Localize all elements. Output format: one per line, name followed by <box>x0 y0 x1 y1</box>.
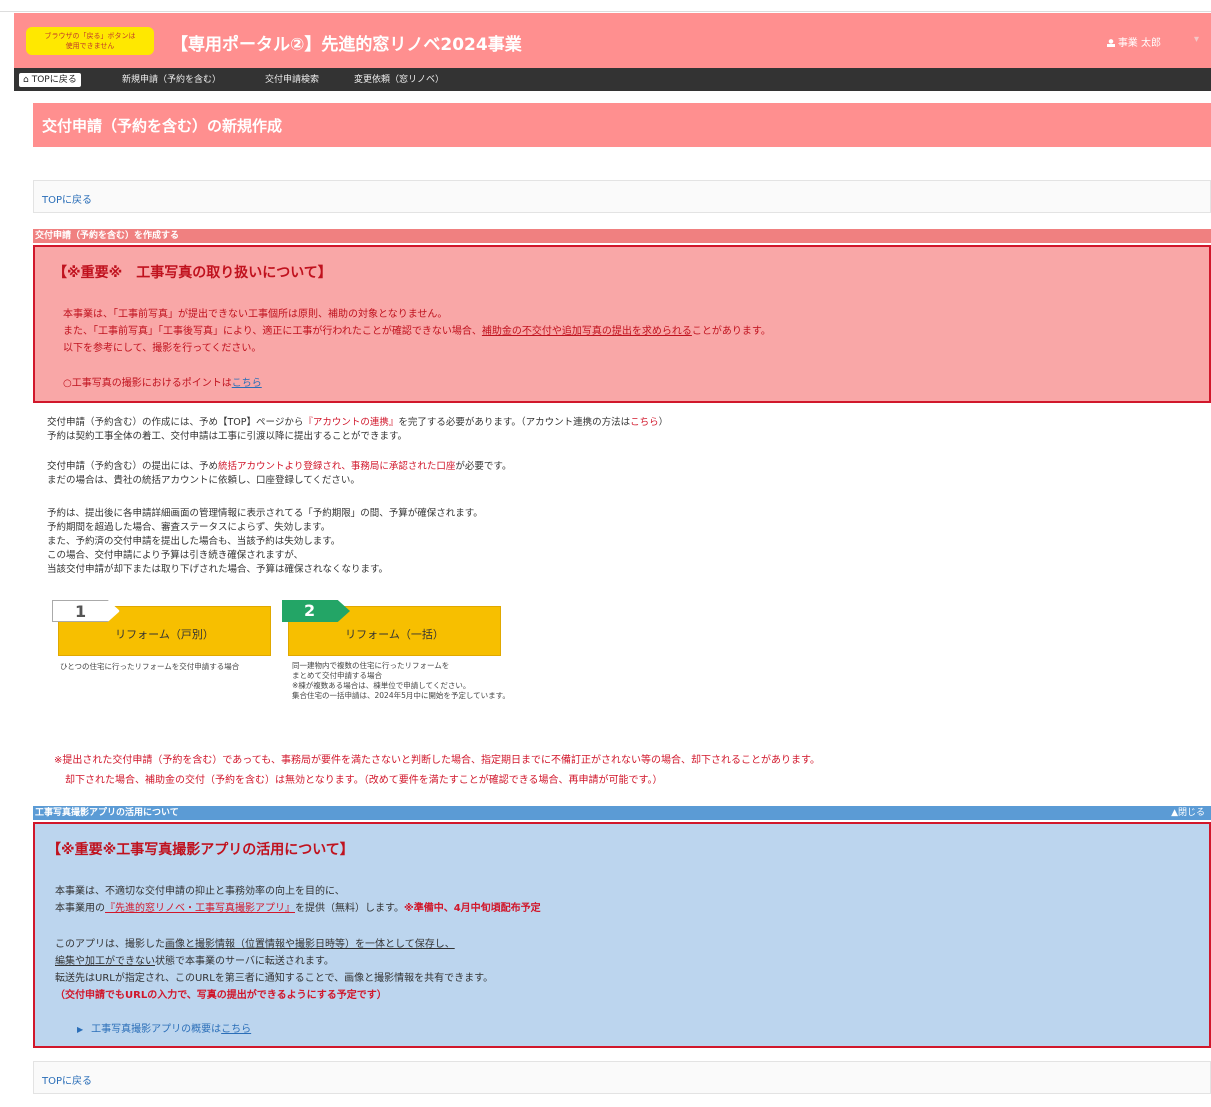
top-link[interactable]: TOPに戻る <box>42 191 92 206</box>
step-2-tag: 2 <box>282 600 350 622</box>
info-p3a: 交付申請（予約含む）の提出には、予め <box>47 461 219 472</box>
photo-notice-line1: 本事業は、「工事前写真」が提出できない工事個所は原則、補助の対象となりません。 <box>63 309 448 320</box>
photo-app-line1: 本事業は、不適切な交付申請の抑止と事務効率の向上を目的に、 <box>55 886 345 897</box>
triangle-right-icon: ▶ <box>77 1025 84 1034</box>
info-p1c: ） <box>658 417 669 428</box>
reform-individual-label: リフォーム（戸別） <box>115 628 214 641</box>
photo-notice-line3: 以下を参考にして、撮影を行ってください。 <box>63 343 262 354</box>
info-line-reserve4: この場合、交付申請により予算は引き続き確保されますが、 <box>47 550 304 561</box>
photo-app-heading: 【※重要※工事写真撮影アプリの活用について】 <box>47 842 354 858</box>
photo-app-line4-b: 状態で本事業のサーバに転送されます。 <box>155 956 334 967</box>
reform-bulk-desc: 同一建物内で複数の住宅に行ったリフォームを まとめて交付申請する場合 ※棟が複数… <box>292 661 510 701</box>
portal-title: 【専用ポータル②】先進的窓リノベ2024事業 <box>171 35 522 55</box>
main-navbar: ⌂ TOPに戻る 新規申請（予約を含む） 交付申請検索 変更依頼（窓リノベ） <box>14 68 1211 91</box>
nav-item-new-application[interactable]: 新規申請（予約を含む） <box>122 73 221 87</box>
nav-top-button[interactable]: ⌂ TOPに戻る <box>19 73 81 87</box>
reform-bulk-desc-line3: ※棟が複数ある場合は、棟単位で申請してください。 <box>292 681 471 690</box>
photo-app-name-link[interactable]: 『先進的窓リノベ・工事写真撮影アプリ』 <box>105 903 295 914</box>
info-p3b: が必要です。 <box>455 461 512 472</box>
user-icon <box>1106 39 1115 47</box>
browser-warning-line1: ブラウザの「戻る」ボタンは <box>44 32 136 40</box>
info-p1a: 交付申請（予約含む）の作成には、予め【TOP】ページから <box>47 417 304 428</box>
photo-app-notice: 【※重要※工事写真撮影アプリの活用について】 本事業は、不適切な交付申請の抑止と… <box>33 822 1211 1048</box>
user-name: 事業 太郎 <box>1117 38 1161 49</box>
nav-item-change-request[interactable]: 変更依頼（窓リノベ） <box>354 73 444 87</box>
info-line-bank: 交付申請（予約含む）の提出には、予め統括アカウントより登録され、事務局に承認され… <box>47 458 511 472</box>
info-line-bank2: まだの場合は、貴社の統括アカウントに依頼し、口座登録してください。 <box>47 475 360 486</box>
info-p3-red: 統括アカウントより登録され、事務局に承認された口座 <box>218 461 456 472</box>
photo-app-overview-text: 工事写真撮影アプリの概要は <box>91 1024 222 1035</box>
user-menu[interactable]: 事業 太郎 <box>1106 34 1161 49</box>
photo-notice-line2: また、「工事前写真」「工事後写真」により、適正に工事が行われたことが確認できない… <box>63 322 771 337</box>
info-line-reserve1: 予約は、提出後に各申請詳細画面の管理情報に表示されてる「予約期限」の間、予算が確… <box>47 508 483 519</box>
info-p1-account-link[interactable]: 『アカウントの連携』 <box>303 417 398 428</box>
reform-bulk-label: リフォーム（一括） <box>345 628 444 641</box>
photo-point-text: ○工事写真の撮影におけるポイントは <box>63 378 232 389</box>
info-p1b: を完了する必要があります。（アカウント連携の方法は <box>398 417 631 428</box>
reform-bulk-desc-line4: 集合住宅の一括申請は、2024年5月中に開始を予定しています。 <box>292 691 510 700</box>
info-line-account: 交付申請（予約含む）の作成には、予め【TOP】ページから『アカウントの連携』を完… <box>47 414 668 428</box>
reform-bulk-desc-line2: まとめて交付申請する場合 <box>292 671 382 680</box>
info-line-reserve3: また、予約済の交付申請を提出した場合も、当該予約は失効します。 <box>47 536 341 547</box>
collapse-button[interactable]: ▲閉じる <box>1171 806 1205 820</box>
info-p1-howto-link[interactable]: こちら <box>630 417 659 428</box>
footer-top-link-box: TOPに戻る <box>33 1061 1211 1094</box>
browser-warning-line2: 使用できません <box>65 42 115 50</box>
photo-app-overview-line: ▶ 工事写真撮影アプリの概要はこちら <box>77 1020 251 1035</box>
rejection-warning-line1: ※提出された交付申請（予約を含む）であっても、事務局が要件を満たさないと判断した… <box>54 755 820 766</box>
nav-top-label: TOPに戻る <box>31 75 77 85</box>
info-line-reserve2: 予約期間を超過した場合、審査ステータスによらず、失効します。 <box>47 522 331 533</box>
reform-bulk-desc-line1: 同一建物内で複数の住宅に行ったリフォームを <box>292 661 450 670</box>
section-create-bar: 交付申請（予約を含む）を作成する <box>33 229 1211 243</box>
window-top-edge <box>0 0 1211 12</box>
photo-handling-notice: 【※重要※ 工事写真の取り扱いについて】 本事業は、「工事前写真」が提出できない… <box>33 245 1211 403</box>
section-app-bar: 工事写真撮影アプリの活用について ▲閉じる <box>33 806 1211 820</box>
nav-item-application-search[interactable]: 交付申請検索 <box>265 73 319 87</box>
photo-app-line3-a: このアプリは、撮影した <box>55 939 165 950</box>
page-title: 交付申請（予約を含む）の新規作成 <box>42 117 283 135</box>
reform-individual-desc: ひとつの住宅に行ったリフォームを交付申請する場合 <box>60 662 239 672</box>
photo-app-line5: 転送先はURLが指定され、このURLを第三者に通知することで、画像と撮影情報を共… <box>55 973 494 984</box>
photo-notice-line2-b: ことがあります。 <box>691 326 771 337</box>
photo-app-line2-b: を提供（無料）します。 <box>295 903 404 914</box>
reform-individual-desc-line: ひとつの住宅に行ったリフォームを交付申請する場合 <box>60 662 240 671</box>
photo-app-line4-underlined: 編集や加工ができない <box>55 956 155 967</box>
photo-point-link[interactable]: こちら <box>232 378 262 389</box>
rejection-warning-line2: 却下された場合、補助金の交付（予約を含む）は無効となります。（改めて要件を満たす… <box>65 775 663 786</box>
chevron-down-icon[interactable]: ▾ <box>1194 34 1199 45</box>
page-title-band: 交付申請（予約を含む）の新規作成 <box>33 103 1211 147</box>
photo-app-line6: （交付申請でもURLの入力で、写真の提出ができるようにする予定です） <box>55 990 387 1001</box>
portal-header: ブラウザの「戻る」ボタンは 使用できません 【専用ポータル②】先進的窓リノベ20… <box>14 13 1211 68</box>
home-icon: ⌂ <box>23 75 29 85</box>
photo-point-line: ○工事写真の撮影におけるポイントはこちら <box>63 374 262 389</box>
top-link-box: TOPに戻る <box>33 180 1211 213</box>
step-1-tag: 1 <box>52 600 120 622</box>
photo-app-line2-a: 本事業用の <box>55 903 105 914</box>
photo-notice-line2-a: また、「工事前写真」「工事後写真」により、適正に工事が行われたことが確認できない… <box>63 326 482 337</box>
photo-notice-line2-underlined: 補助金の不交付や追加写真の提出を求められる <box>481 326 692 337</box>
info-line-reserve5: 当該交付申請が却下または取り下げされた場合、予算は確保されなくなります。 <box>47 564 389 575</box>
photo-app-overview-link[interactable]: こちら <box>221 1024 251 1035</box>
section-app-bar-label: 工事写真撮影アプリの活用について <box>35 808 179 818</box>
photo-app-line3: このアプリは、撮影した画像と撮影情報（位置情報や撮影日時等）を一体として保存し、 <box>55 935 455 950</box>
info-line-timing: 予約は契約工事全体の着工、交付申請は工事に引渡以降に提出することができます。 <box>47 431 408 442</box>
photo-app-line4: 編集や加工ができない状態で本事業のサーバに転送されます。 <box>55 952 334 967</box>
photo-app-availability: ※準備中、4月中旬頃配布予定 <box>404 903 541 914</box>
browser-back-warning-badge: ブラウザの「戻る」ボタンは 使用できません <box>26 27 154 55</box>
photo-app-line3-underlined: 画像と撮影情報（位置情報や撮影日時等）を一体として保存し、 <box>165 939 455 950</box>
photo-notice-heading: 【※重要※ 工事写真の取り扱いについて】 <box>53 265 332 281</box>
photo-app-line2: 本事業用の『先進的窓リノベ・工事写真撮影アプリ』を提供（無料）します。※準備中、… <box>55 899 541 914</box>
footer-top-link[interactable]: TOPに戻る <box>42 1072 92 1087</box>
